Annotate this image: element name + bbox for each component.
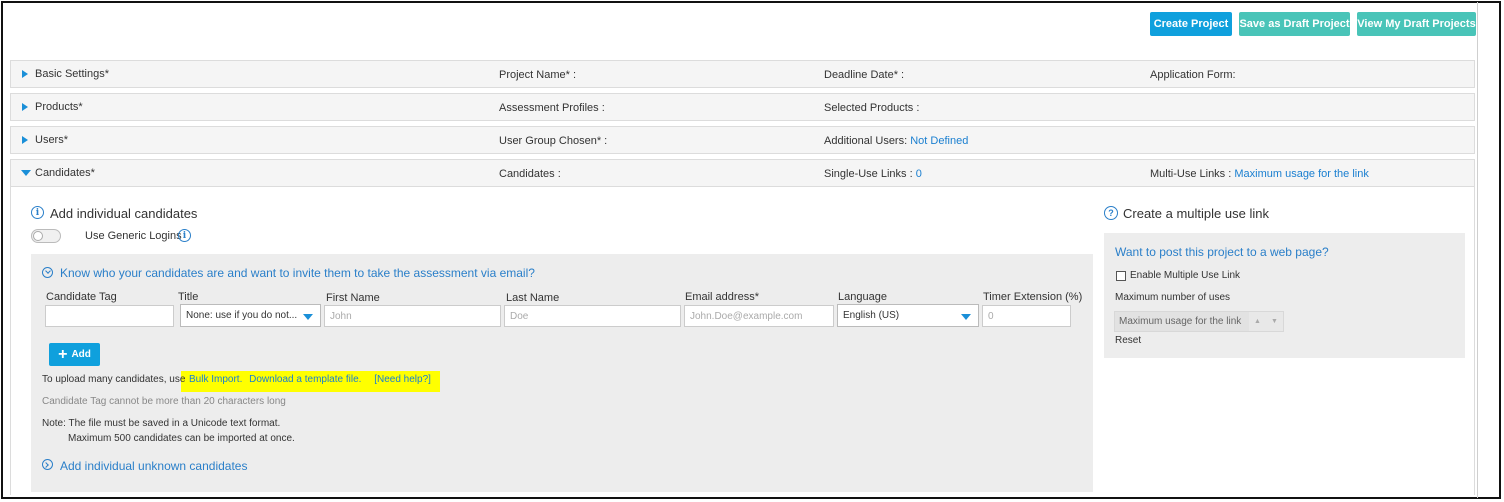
accordion-users[interactable]: Users* User Group Chosen* : Additional U… xyxy=(10,126,1475,154)
section-label: Candidates* xyxy=(35,167,95,179)
plus-icon: + xyxy=(58,345,68,363)
collapse-circle-icon[interactable] xyxy=(42,267,53,278)
note-line-2: Maximum 500 candidates can be imported a… xyxy=(68,433,295,444)
accordion-basic-settings[interactable]: Basic Settings* Project Name* : Deadline… xyxy=(10,60,1475,88)
first-name-input[interactable]: John xyxy=(324,305,501,327)
user-group-field: User Group Chosen* : xyxy=(499,135,608,147)
single-use-links-value[interactable]: 0 xyxy=(916,168,922,180)
dropdown-arrow-icon xyxy=(961,314,971,320)
col-timer-extension: Timer Extension (%) xyxy=(983,291,1083,303)
multi-use-links-value[interactable]: Maximum usage for the link xyxy=(1234,168,1369,180)
deadline-date-field: Deadline Date* : xyxy=(824,69,905,81)
email-input[interactable]: John.Doe@example.com xyxy=(684,305,834,327)
section-label: Products* xyxy=(35,101,83,113)
post-web-page-heading: Want to post this project to a web page? xyxy=(1115,245,1329,259)
upload-instructions: To upload many candidates, use xyxy=(42,374,186,385)
generic-logins-toggle[interactable] xyxy=(31,229,61,243)
language-select-value: English (US) xyxy=(843,310,900,321)
max-uses-spinner[interactable]: Maximum usage for the link ▲ ▼ xyxy=(1114,311,1284,332)
generic-logins-info-icon[interactable]: i xyxy=(178,229,191,242)
title-select-value: None: use if you do not... xyxy=(186,310,298,321)
project-name-field: Project Name* : xyxy=(499,69,577,81)
add-individual-title: Add individual candidates xyxy=(50,206,198,221)
single-use-links-field: Single-Use Links : 0 xyxy=(824,168,922,180)
language-select[interactable]: English (US) xyxy=(837,304,979,327)
selected-products-field: Selected Products : xyxy=(824,102,920,114)
candidate-tag-input[interactable] xyxy=(45,305,174,327)
last-name-input[interactable]: Doe xyxy=(504,305,681,327)
reset-link[interactable]: Reset xyxy=(1115,335,1141,346)
add-button-label: Add xyxy=(71,349,91,360)
col-title: Title xyxy=(178,291,199,303)
dropdown-arrow-icon xyxy=(303,314,313,320)
max-uses-value: Maximum usage for the link xyxy=(1119,316,1242,327)
create-project-button[interactable]: Create Project xyxy=(1150,12,1232,36)
spinner-arrows-icon[interactable]: ▲ ▼ xyxy=(1249,312,1283,331)
need-help-link[interactable]: [Need help?] xyxy=(374,374,431,385)
section-label: Users* xyxy=(35,134,69,146)
enable-multiple-link-label: Enable Multiple Use Link xyxy=(1130,270,1241,281)
save-draft-button[interactable]: Save as Draft Project xyxy=(1239,12,1350,36)
tag-limit-hint: Candidate Tag cannot be more than 20 cha… xyxy=(42,396,286,407)
title-select[interactable]: None: use if you do not... xyxy=(180,304,321,327)
expand-caret-icon xyxy=(22,70,28,78)
view-drafts-button[interactable]: View My Draft Projects xyxy=(1357,12,1476,36)
col-language: Language xyxy=(838,291,887,303)
bulk-import-links: Bulk Import. Download a template file. [… xyxy=(189,374,441,385)
col-last-name: Last Name xyxy=(506,292,560,304)
download-template-link[interactable]: Download a template file. xyxy=(249,374,361,385)
col-email: Email address* xyxy=(685,291,759,303)
accordion-products[interactable]: Products* Assessment Profiles : Selected… xyxy=(10,93,1475,121)
accordion-candidates[interactable]: Candidates* Candidates : Single-Use Link… xyxy=(10,159,1475,187)
expand-caret-icon xyxy=(22,103,28,111)
content-right-border xyxy=(1477,2,1478,498)
additional-users-field: Additional Users: Not Defined xyxy=(824,135,969,147)
help-icon: ? xyxy=(1104,206,1118,220)
additional-users-value[interactable]: Not Defined xyxy=(910,135,968,147)
expand-circle-icon[interactable] xyxy=(42,459,53,470)
col-candidate-tag: Candidate Tag xyxy=(46,291,117,303)
info-icon: i xyxy=(31,206,44,219)
assessment-profiles-field: Assessment Profiles : xyxy=(499,102,605,114)
max-uses-label: Maximum number of uses xyxy=(1115,292,1231,303)
multiple-link-title: Create a multiple use link xyxy=(1123,206,1269,221)
candidates-field: Candidates : xyxy=(499,168,561,180)
generic-logins-label: Use Generic Logins xyxy=(85,230,182,242)
unknown-candidates-heading[interactable]: Add individual unknown candidates xyxy=(60,459,247,473)
bulk-import-link[interactable]: Bulk Import. xyxy=(189,374,242,385)
col-first-name: First Name xyxy=(326,292,380,304)
toggle-knob xyxy=(33,231,43,241)
timer-extension-input[interactable]: 0 xyxy=(982,305,1071,327)
multi-use-links-field: Multi-Use Links : Maximum usage for the … xyxy=(1150,168,1369,180)
collapse-caret-icon xyxy=(21,170,31,176)
enable-multiple-link-checkbox[interactable] xyxy=(1116,271,1126,281)
application-form-field: Application Form: xyxy=(1150,69,1236,81)
invite-heading[interactable]: Know who your candidates are and want to… xyxy=(60,266,535,280)
add-candidate-button[interactable]: + Add xyxy=(49,343,100,366)
expand-caret-icon xyxy=(22,136,28,144)
section-label: Basic Settings* xyxy=(35,68,109,80)
note-line-1: Note: The file must be saved in a Unicod… xyxy=(42,418,281,429)
